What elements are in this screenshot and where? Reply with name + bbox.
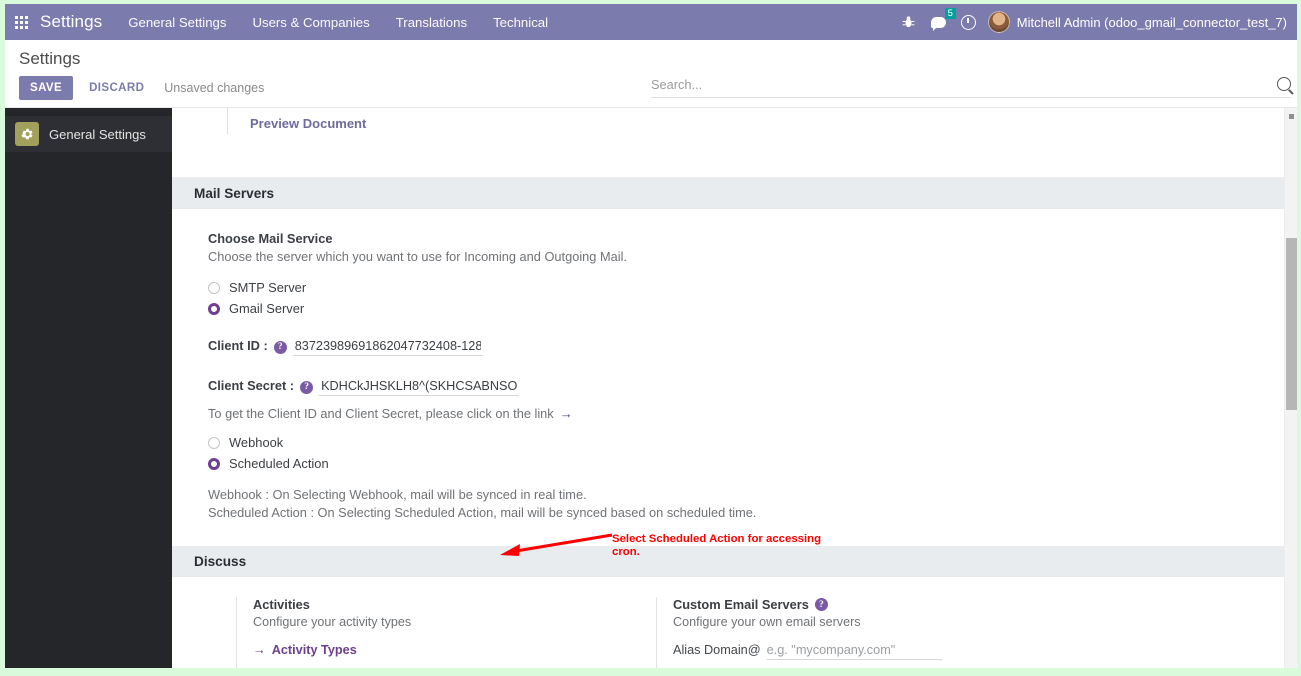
mail-servers-body: Choose Mail Service Choose the server wh… <box>172 209 1297 520</box>
preview-document-link[interactable]: Preview Document <box>250 116 366 131</box>
sync-notes: Webhook : On Selecting Webhook, mail wil… <box>208 487 1297 520</box>
messages-icon[interactable]: 5 <box>924 4 956 40</box>
radio-webhook-indicator[interactable] <box>208 436 220 449</box>
custom-email-servers-help-icon[interactable]: ? <box>814 598 828 611</box>
client-secret-label: Client Secret : <box>208 378 295 393</box>
top-navbar: Settings General Settings Users & Compan… <box>5 4 1297 40</box>
external-link-arrow-icon[interactable]: → <box>560 406 573 421</box>
preview-document-row: Preview Document <box>172 108 1297 178</box>
settings-content: Preview Document Mail Servers Choose Mai… <box>172 108 1297 668</box>
vertical-scrollbar[interactable] <box>1284 108 1297 668</box>
avatar[interactable] <box>987 11 1010 33</box>
page-body: General Settings Preview Document Mail S… <box>5 108 1297 668</box>
sidebar-item-label: General Settings <box>49 126 146 142</box>
custom-email-servers-subtitle: Configure your own email servers <box>673 615 861 629</box>
activities-setting-block: Activities Configure your activity types… <box>208 597 628 668</box>
discard-button[interactable]: DISCARD <box>79 76 154 100</box>
breadcrumb[interactable]: Settings <box>19 49 80 69</box>
custom-email-servers-text-block: Custom Email Servers ? Configure your ow… <box>673 597 942 668</box>
activity-types-link[interactable]: → Activity Types <box>253 643 411 657</box>
search-bar <box>651 76 1291 98</box>
custom-email-servers-title-label: Custom Email Servers <box>673 597 809 612</box>
bug-glyph <box>902 16 915 28</box>
client-secret-help-icon[interactable]: ? <box>300 380 314 394</box>
radio-gmail-server-indicator[interactable] <box>208 302 220 315</box>
unsaved-changes-status: Unsaved changes <box>164 81 265 95</box>
activities-title: Activities <box>253 597 310 612</box>
client-id-input[interactable] <box>292 339 483 356</box>
client-secret-input[interactable] <box>319 379 520 396</box>
radio-webhook-label: Webhook <box>229 435 284 450</box>
scrollbar-marker <box>1289 114 1294 119</box>
sidebar-item-general-settings[interactable]: General Settings <box>5 116 172 152</box>
note-scheduled-action: Scheduled Action : On Selecting Schedule… <box>208 505 757 520</box>
clock-glyph <box>961 14 977 30</box>
custom-email-servers-block: Custom Email Servers ? Configure your ow… <box>628 597 1048 668</box>
save-button[interactable]: SAVE <box>19 76 74 100</box>
radio-smtp-server-label: SMTP Server <box>229 280 307 295</box>
chat-bubble-glyph <box>931 16 947 31</box>
screenshot-frame: Settings General Settings Users & Compan… <box>0 0 1301 676</box>
radio-gmail-server-label: Gmail Server <box>229 301 305 316</box>
radio-scheduled-action[interactable]: Scheduled Action <box>208 456 1297 471</box>
alias-domain-row: Alias Domain@ <box>673 643 942 660</box>
radio-gmail-server[interactable]: Gmail Server <box>208 301 1297 316</box>
activities-text-block: Activities Configure your activity types… <box>253 597 411 668</box>
client-credentials-hint-text: To get the Client ID and Client Secret, … <box>208 406 554 421</box>
topbar-right-group: 5 Mitchell Admin (odoo_gmail_connector_t… <box>894 4 1289 40</box>
custom-email-servers-checkbox-cell <box>628 597 656 668</box>
activity-clock-icon[interactable] <box>954 4 984 40</box>
menu-technical[interactable]: Technical <box>493 15 548 30</box>
radio-webhook[interactable]: Webhook <box>208 435 1297 450</box>
choose-mail-service-title: Choose Mail Service <box>208 231 333 246</box>
vertical-divider <box>227 108 228 134</box>
activities-checkbox-cell <box>208 597 236 668</box>
menu-general-settings[interactable]: General Settings <box>128 15 226 30</box>
alias-domain-label: Alias Domain@ <box>673 643 761 657</box>
activity-types-link-label: Activity Types <box>271 643 357 657</box>
alias-domain-input[interactable] <box>766 643 942 660</box>
settings-scroll-area: Preview Document Mail Servers Choose Mai… <box>172 108 1297 668</box>
control-panel: Settings SAVE DISCARD Unsaved changes <box>5 40 1297 108</box>
radio-smtp-server[interactable]: SMTP Server <box>208 280 1297 295</box>
annotation-arrow-icon <box>500 533 613 556</box>
choose-mail-service-subtitle: Choose the server which you want to use … <box>208 249 627 264</box>
client-id-help-icon[interactable]: ? <box>273 340 287 354</box>
gear-glyph <box>21 128 33 140</box>
search-icon[interactable] <box>1277 77 1291 91</box>
radio-smtp-server-indicator[interactable] <box>208 281 220 294</box>
activities-subtitle: Configure your activity types <box>253 615 412 629</box>
odoo-app: Settings General Settings Users & Compan… <box>5 4 1297 668</box>
client-credentials-hint: To get the Client ID and Client Secret, … <box>208 406 1297 421</box>
username-label[interactable]: Mitchell Admin (odoo_gmail_connector_tes… <box>1017 15 1289 30</box>
menu-translations[interactable]: Translations <box>396 15 467 30</box>
search-input[interactable] <box>651 77 1251 92</box>
bug-icon[interactable] <box>894 4 924 40</box>
apps-grid-icon[interactable] <box>15 15 28 29</box>
action-buttons: SAVE DISCARD Unsaved changes <box>19 76 264 100</box>
activity-types-link-arrow-icon: → <box>253 643 266 657</box>
custom-email-servers-title: Custom Email Servers ? <box>673 597 942 612</box>
radio-scheduled-action-indicator[interactable] <box>208 457 220 470</box>
custom-email-servers-divider <box>656 597 657 668</box>
annotation-text: Select Scheduled Action for accessing cr… <box>612 533 822 558</box>
menu-users-companies[interactable]: Users & Companies <box>252 15 369 30</box>
activities-divider <box>236 597 237 668</box>
note-webhook: Webhook : On Selecting Webhook, mail wil… <box>208 487 587 502</box>
gear-icon <box>15 122 39 146</box>
settings-sidebar: General Settings <box>5 108 172 668</box>
discuss-settings-grid: Activities Configure your activity types… <box>172 577 1297 668</box>
app-brand-title[interactable]: Settings <box>40 12 102 32</box>
client-secret-row: Client Secret : ? <box>208 378 1297 396</box>
client-id-label: Client ID : <box>208 338 268 353</box>
client-id-row: Client ID : ? <box>208 338 1297 356</box>
radio-scheduled-action-label: Scheduled Action <box>229 456 329 471</box>
scrollbar-thumb[interactable] <box>1286 238 1297 410</box>
section-title-mail-servers: Mail Servers <box>172 178 1297 209</box>
